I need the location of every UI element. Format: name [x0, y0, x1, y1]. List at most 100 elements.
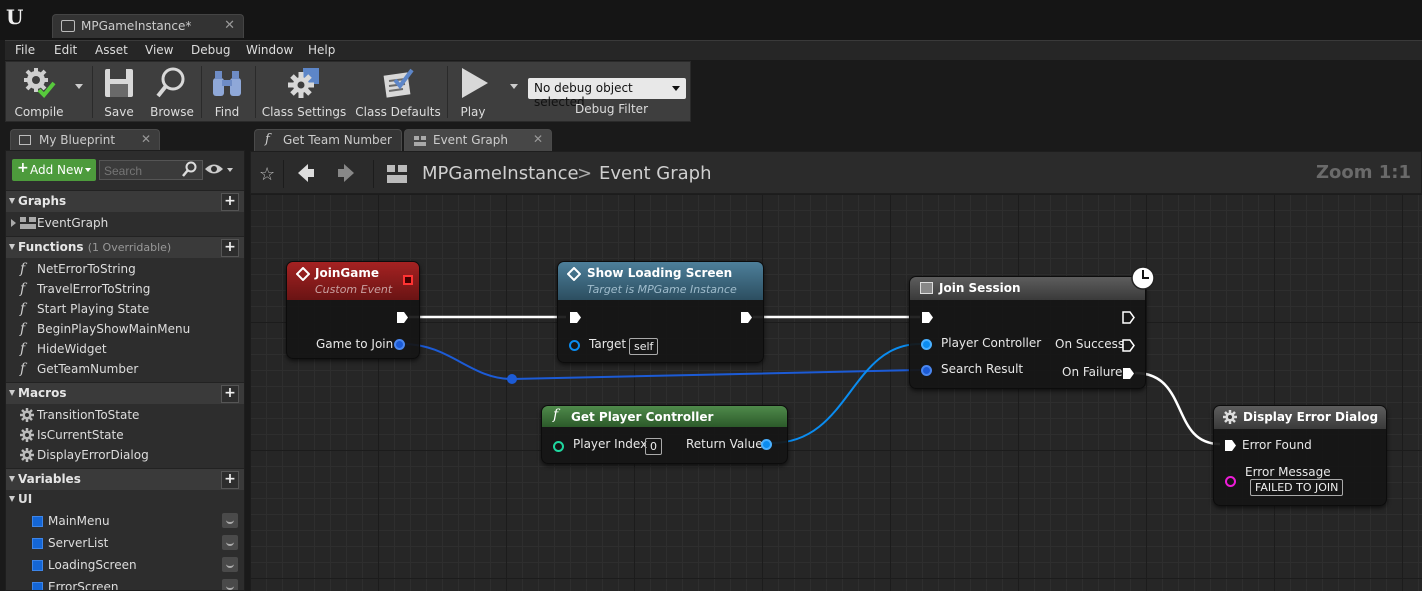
add-variable-button[interactable]: + — [221, 471, 239, 489]
struct-in-pin[interactable] — [921, 365, 932, 376]
node-joingame[interactable]: JoinGame Custom Event Game to Join — [286, 261, 420, 359]
variables-section-header[interactable]: Variables + — [6, 468, 244, 490]
document-tab[interactable]: MPGameInstance* ✕ — [52, 14, 244, 38]
variable-item[interactable]: ServerList — [6, 533, 244, 553]
pin-label: Target — [589, 337, 627, 351]
eye-icon[interactable] — [204, 162, 224, 176]
variable-item[interactable]: LoadingScreen — [6, 555, 244, 575]
function-item[interactable]: f HideWidget — [6, 339, 244, 359]
error-message-value[interactable]: FAILED TO JOIN — [1250, 479, 1344, 496]
exec-in-pin[interactable] — [1224, 439, 1237, 452]
tab-event-graph[interactable]: Event Graph ✕ — [404, 129, 552, 151]
browse-button[interactable]: Browse — [146, 62, 198, 122]
visibility-eye-icon[interactable] — [222, 579, 238, 590]
close-icon[interactable]: ✕ — [141, 132, 151, 146]
graph-tab-label: Event Graph — [433, 133, 508, 147]
node-display-error-dialog[interactable]: Display Error Dialog Error Found Error M… — [1213, 405, 1387, 506]
exec-success-pin[interactable] — [1122, 339, 1135, 352]
star-icon[interactable]: ☆ — [259, 164, 275, 185]
node-get-player-controller[interactable]: f Get Player Controller Player Index 0 R… — [541, 405, 788, 464]
breadcrumb-root[interactable]: MPGameInstance — [422, 163, 579, 184]
exec-out-pin[interactable] — [1122, 311, 1135, 324]
menu-debug[interactable]: Debug — [191, 43, 230, 57]
forward-arrow-icon[interactable] — [337, 163, 355, 183]
tab-get-team-number[interactable]: f Get Team Number — [254, 129, 402, 151]
close-icon[interactable]: ✕ — [224, 18, 235, 33]
object-in-pin[interactable] — [921, 339, 932, 350]
compile-options-chevron-icon[interactable] — [75, 84, 83, 89]
string-in-pin[interactable] — [1225, 476, 1236, 487]
graph-icon — [414, 136, 426, 146]
exec-in-pin[interactable] — [569, 311, 582, 324]
menu-asset[interactable]: Asset — [95, 43, 128, 57]
macros-section-header[interactable]: Macros + — [6, 382, 244, 404]
exec-in-pin[interactable] — [921, 311, 934, 324]
chevron-down-icon — [85, 168, 91, 172]
macro-item[interactable]: TransitionToState — [6, 405, 244, 425]
graph-header: ☆ MPGameInstance > Event Graph Zoom 1:1 — [250, 151, 1422, 194]
class-defaults-button[interactable]: Class Defaults — [354, 62, 442, 122]
compile-button[interactable]: Compile — [8, 62, 70, 122]
variable-item-label: ServerList — [48, 536, 109, 550]
find-button[interactable]: Find — [204, 62, 250, 122]
back-arrow-icon[interactable] — [297, 163, 315, 183]
graph-item-eventgraph[interactable]: EventGraph — [6, 213, 244, 233]
my-blueprint-tab[interactable]: My Blueprint ✕ — [10, 129, 160, 150]
player-index-value[interactable]: 0 — [645, 438, 662, 455]
menu-view[interactable]: View — [145, 43, 173, 57]
node-title: JoinGame — [315, 266, 379, 280]
play-icon — [462, 68, 488, 98]
collapse-arrow-icon — [9, 390, 15, 396]
play-options-chevron-icon[interactable] — [510, 84, 518, 89]
macro-item-label: TransitionToState — [37, 408, 140, 422]
functions-section-header[interactable]: Functions (1 Overridable) + — [6, 236, 244, 258]
delegate-pin[interactable] — [403, 275, 413, 285]
breadcrumb-current: Event Graph — [599, 163, 712, 184]
graph-canvas[interactable]: JoinGame Custom Event Game to Join Show … — [250, 194, 1422, 591]
unreal-logo-icon[interactable]: U — [6, 5, 32, 31]
play-button[interactable]: Play — [450, 62, 496, 122]
object-out-pin[interactable] — [761, 439, 772, 450]
struct-out-pin[interactable] — [394, 339, 405, 350]
visibility-eye-icon[interactable] — [222, 513, 238, 528]
graphs-section-header[interactable]: Graphs + — [6, 190, 244, 212]
menu-file[interactable]: File — [15, 43, 35, 57]
collapse-arrow-icon — [9, 198, 15, 204]
variable-item[interactable]: ErrorScreen — [6, 577, 244, 590]
menu-help[interactable]: Help — [308, 43, 335, 57]
document-tab-label: MPGameInstance* — [81, 19, 192, 33]
debug-object-select[interactable]: No debug object selected — [528, 78, 686, 109]
target-value[interactable]: self — [629, 338, 659, 355]
function-item[interactable]: f Start Playing State — [6, 299, 244, 319]
close-icon[interactable]: ✕ — [533, 132, 543, 146]
exec-out-pin[interactable] — [396, 311, 409, 324]
menu-window[interactable]: Window — [246, 43, 293, 57]
exec-out-pin[interactable] — [740, 311, 753, 324]
function-item[interactable]: f NetErrorToString — [6, 259, 244, 279]
add-macro-button[interactable]: + — [221, 385, 239, 403]
class-settings-button[interactable]: Class Settings — [258, 62, 350, 122]
macro-item[interactable]: DisplayErrorDialog — [6, 445, 244, 465]
chevron-down-icon[interactable] — [227, 168, 233, 172]
int-in-pin[interactable] — [553, 441, 564, 452]
variable-category-ui[interactable]: UI — [6, 490, 244, 508]
add-new-button[interactable]: + Add New — [12, 159, 96, 181]
function-item[interactable]: f BeginPlayShowMainMenu — [6, 319, 244, 339]
visibility-eye-icon[interactable] — [222, 557, 238, 572]
variable-item[interactable]: MainMenu — [6, 511, 244, 531]
exec-failure-pin[interactable] — [1122, 367, 1135, 380]
save-button[interactable]: Save — [96, 62, 142, 122]
node-join-session[interactable]: Join Session Player Controller On Succes… — [909, 266, 1155, 389]
function-item[interactable]: f TravelErrorToString — [6, 279, 244, 299]
function-icon: f — [20, 341, 26, 357]
macro-item[interactable]: IsCurrentState — [6, 425, 244, 445]
add-function-button[interactable]: + — [221, 239, 239, 257]
add-new-label: Add New — [30, 163, 84, 177]
object-in-pin[interactable] — [569, 340, 580, 351]
node-show-loading-screen[interactable]: Show Loading Screen Target is MPGame Ins… — [557, 261, 764, 363]
collapse-arrow-icon — [9, 476, 15, 482]
add-graph-button[interactable]: + — [221, 193, 239, 211]
function-item[interactable]: f GetTeamNumber — [6, 359, 244, 379]
visibility-eye-icon[interactable] — [222, 535, 238, 550]
menu-edit[interactable]: Edit — [54, 43, 77, 57]
